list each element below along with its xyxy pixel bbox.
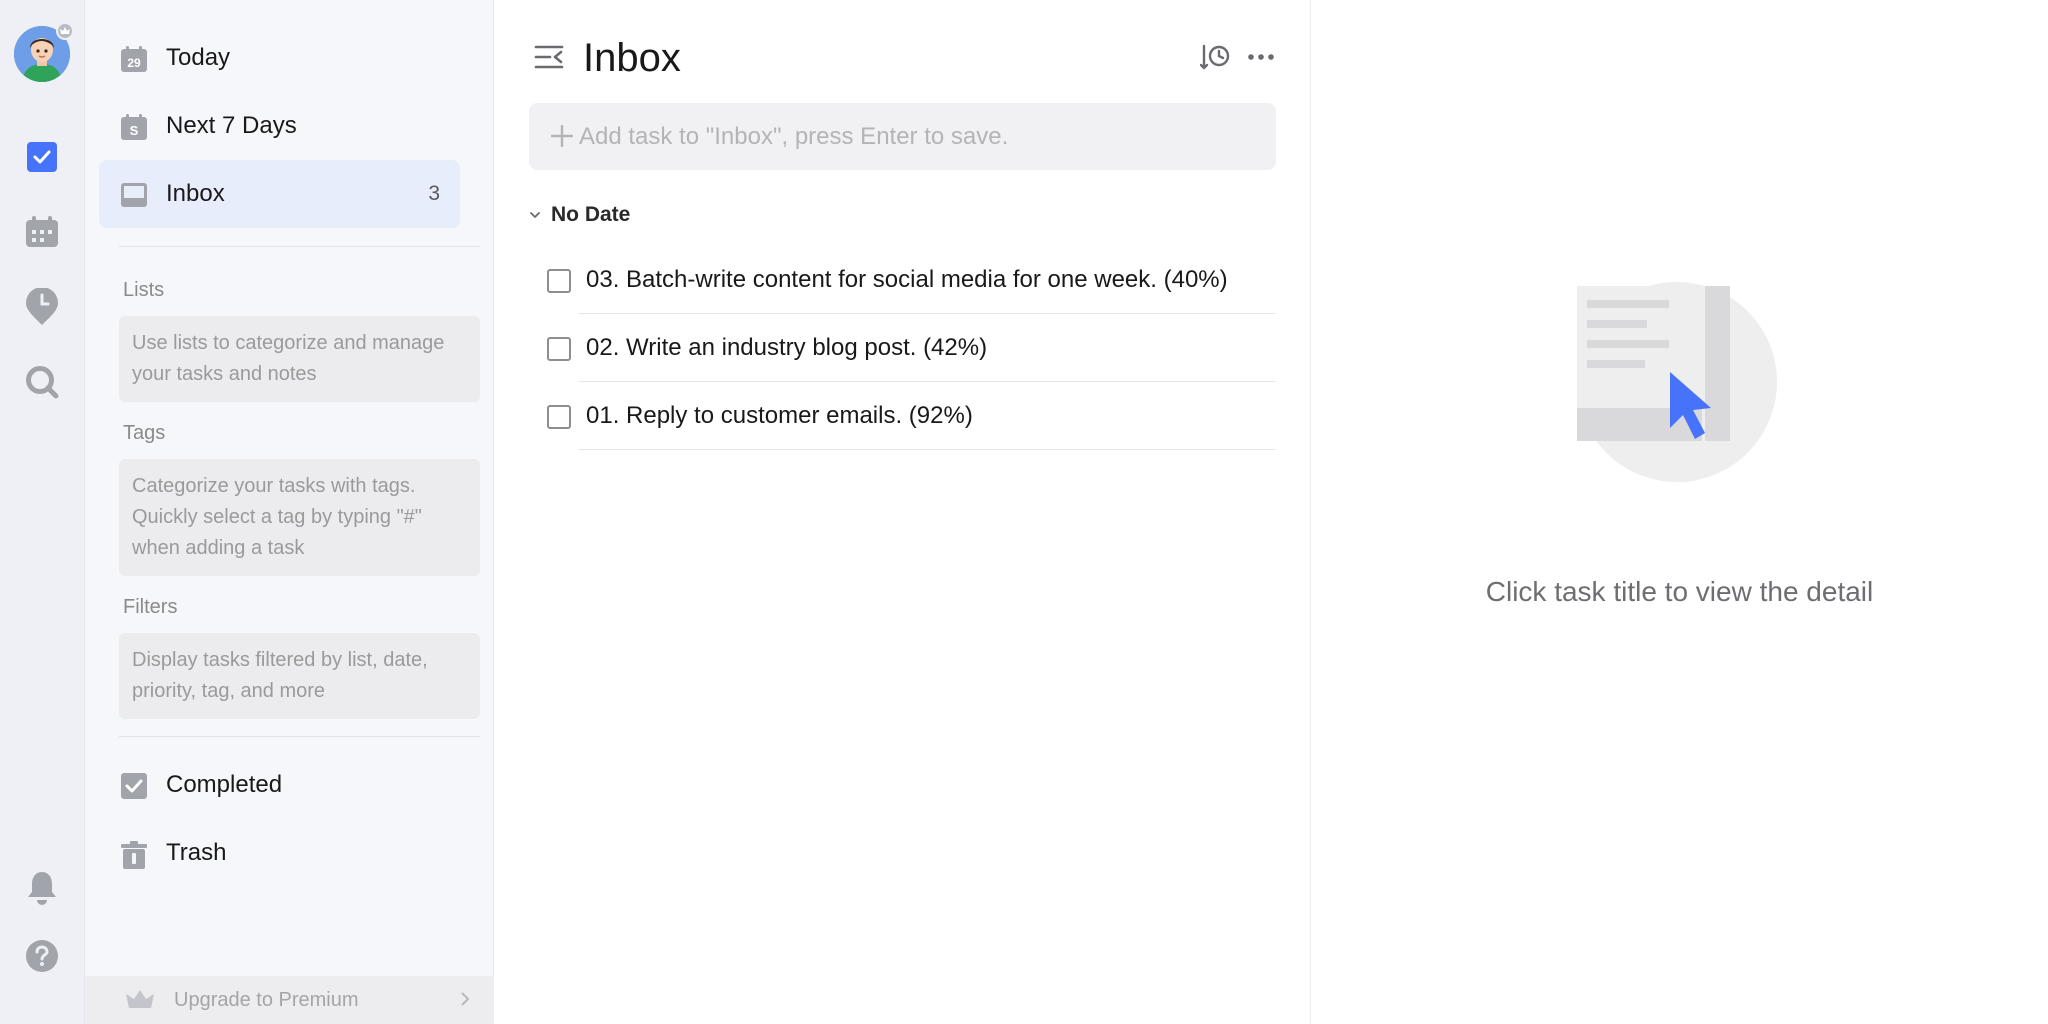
sidebar-item-inbox[interactable]: Inbox 3 xyxy=(99,160,460,228)
sidebar-toggle-icon[interactable] xyxy=(534,42,564,72)
checkbox-task-icon[interactable] xyxy=(22,137,62,177)
sidebar: 29 Today S Next 7 Days Inbox 3 Lists Use… xyxy=(85,0,494,1024)
add-task-box[interactable] xyxy=(529,103,1276,170)
sidebar-item-today[interactable]: 29 Today xyxy=(99,24,460,92)
calendar-week-icon: S xyxy=(121,114,147,140)
help-icon[interactable] xyxy=(22,936,62,976)
group-label: No Date xyxy=(551,203,631,226)
chevron-down-icon xyxy=(528,208,542,222)
sidebar-item-label: Inbox xyxy=(166,180,225,207)
inbox-count: 3 xyxy=(428,182,440,205)
calendar-icon[interactable] xyxy=(22,212,62,252)
crown-icon xyxy=(56,22,74,40)
inbox-icon xyxy=(121,182,147,208)
upgrade-label: Upgrade to Premium xyxy=(174,988,359,1011)
search-icon[interactable] xyxy=(22,362,62,402)
add-task-input[interactable] xyxy=(579,103,1259,170)
task-checkbox[interactable] xyxy=(547,405,571,429)
task-title[interactable]: 01. Reply to customer emails. (92%) xyxy=(586,402,1258,430)
crown-icon xyxy=(125,988,155,1017)
bell-icon[interactable] xyxy=(22,868,62,908)
sort-history-icon[interactable] xyxy=(1199,42,1230,72)
sidebar-item-label: Trash xyxy=(166,839,227,866)
divider xyxy=(119,246,480,247)
app-window: 29 Today S Next 7 Days Inbox 3 Lists Use… xyxy=(0,0,2048,1024)
sidebar-item-label: Next 7 Days xyxy=(166,112,297,139)
tags-section-title: Tags xyxy=(123,422,166,444)
calendar-date-icon: 29 xyxy=(121,46,147,72)
filters-hint: Display tasks filtered by list, date, pr… xyxy=(119,633,480,719)
task-row[interactable]: 02. Write an industry blog post. (42%) xyxy=(529,314,1276,382)
lists-hint: Use lists to categorize and manage your … xyxy=(119,316,480,402)
task-list-panel: Inbox No Date 03. Batch-write content fo… xyxy=(494,0,1311,1024)
sidebar-item-trash[interactable]: Trash xyxy=(99,819,460,887)
empty-detail-message: Click task title to view the detail xyxy=(1485,576,1874,607)
more-options-icon[interactable] xyxy=(1246,42,1276,72)
sidebar-item-completed[interactable]: Completed xyxy=(99,751,460,819)
task-title[interactable]: 02. Write an industry blog post. (42%) xyxy=(586,334,1258,362)
sidebar-item-label: Today xyxy=(166,44,231,71)
task-row[interactable]: 03. Batch-write content for social media… xyxy=(529,246,1276,314)
task-checkbox[interactable] xyxy=(547,337,571,361)
completed-check-icon xyxy=(121,773,147,799)
nav-rail xyxy=(0,0,85,1024)
divider xyxy=(119,736,480,737)
pomodoro-timer-icon[interactable] xyxy=(22,287,62,327)
trash-icon xyxy=(121,841,147,869)
chevron-right-icon xyxy=(460,990,470,1013)
svg-text:29: 29 xyxy=(127,56,141,70)
filters-section-title: Filters xyxy=(123,596,178,618)
plus-icon xyxy=(550,124,574,148)
sidebar-item-next-7-days[interactable]: S Next 7 Days xyxy=(99,92,460,160)
task-row[interactable]: 01. Reply to customer emails. (92%) xyxy=(529,382,1276,450)
sidebar-item-label: Completed xyxy=(166,771,283,798)
empty-detail-illustration xyxy=(1577,282,1777,482)
task-checkbox[interactable] xyxy=(547,269,571,293)
group-header-no-date[interactable]: No Date xyxy=(528,202,630,228)
task-title[interactable]: 03. Batch-write content for social media… xyxy=(586,266,1258,294)
upgrade-button[interactable]: Upgrade to Premium xyxy=(85,976,494,1024)
tags-hint: Categorize your tasks with tags. Quickly… xyxy=(119,459,480,576)
lists-section-title: Lists xyxy=(123,279,165,301)
svg-text:S: S xyxy=(130,123,139,138)
page-title: Inbox xyxy=(583,36,681,80)
task-detail-panel: Click task title to view the detail xyxy=(1311,0,2048,1024)
divider xyxy=(579,449,1276,450)
